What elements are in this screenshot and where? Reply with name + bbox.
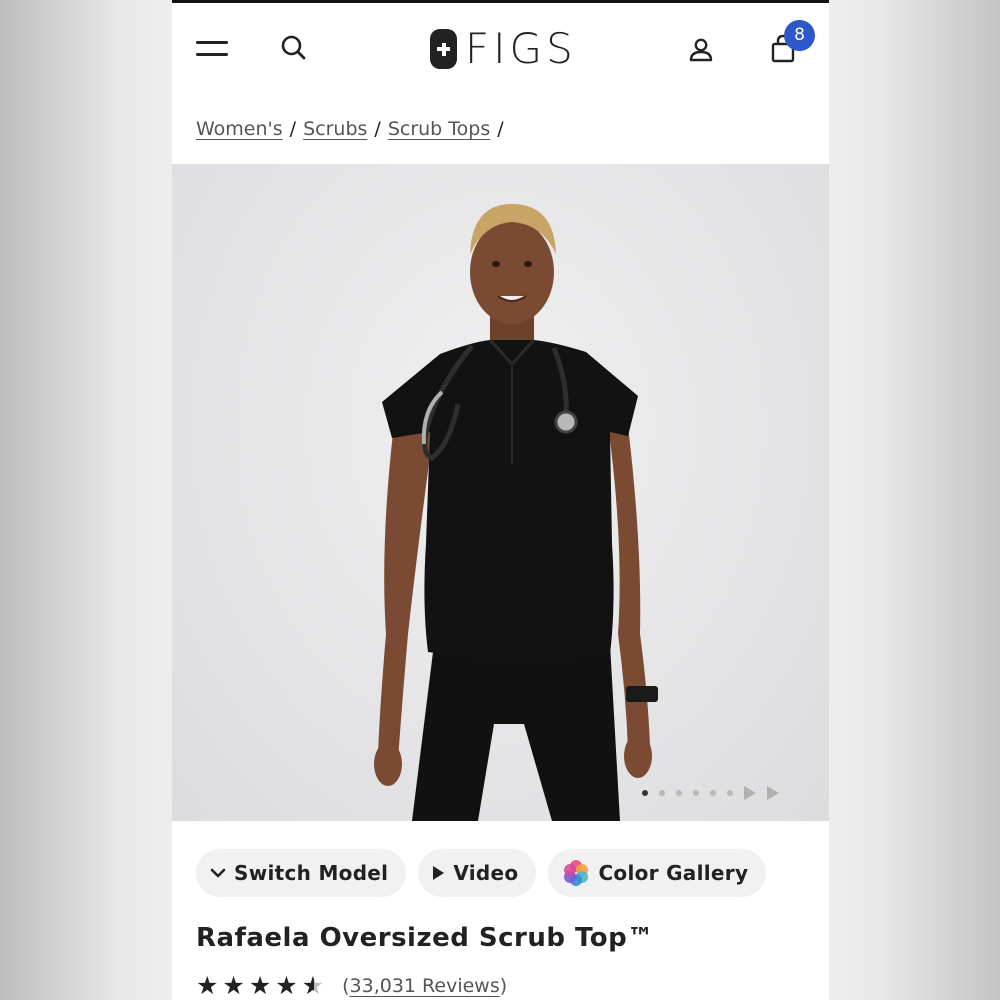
product-rating: ★ ★ ★ ★ ★ (33,031 Reviews) <box>196 971 507 1000</box>
breadcrumb-separator: / <box>497 118 504 140</box>
breadcrumb: Women's / Scrubs / Scrub Tops / <box>196 118 511 140</box>
gallery-pagination <box>642 786 779 800</box>
switch-model-button[interactable]: Switch Model <box>196 849 407 897</box>
menu-icon[interactable] <box>196 41 228 59</box>
color-gallery-label: Color Gallery <box>598 861 749 885</box>
product-image-gallery[interactable] <box>172 164 829 821</box>
star-full-icon: ★ <box>248 971 272 1000</box>
site-header: FIGS 8 <box>172 3 829 98</box>
breadcrumb-womens[interactable]: Women's <box>196 118 283 140</box>
video-slide-play-icon[interactable] <box>744 786 756 800</box>
video-button[interactable]: Video <box>418 849 537 897</box>
mobile-screen: FIGS 8 Women's / Scrubs / Scrub Tops / S… <box>172 0 829 1000</box>
account-icon[interactable] <box>686 35 716 65</box>
figs-logo[interactable]: FIGS <box>430 27 577 71</box>
video-slide-play-icon[interactable] <box>767 786 779 800</box>
star-half-icon: ★ <box>301 971 325 1000</box>
brand-name: FIGS <box>465 24 577 73</box>
video-label: Video <box>453 861 519 885</box>
breadcrumb-scrub-tops[interactable]: Scrub Tops <box>388 118 490 140</box>
search-icon[interactable] <box>280 34 308 62</box>
star-full-icon: ★ <box>222 971 245 1000</box>
color-gallery-button[interactable]: Color Gallery <box>548 849 767 897</box>
reviews-count: (33,031 Reviews) <box>342 975 508 997</box>
cart-count-badge[interactable]: 8 <box>784 20 815 51</box>
color-wheel-icon <box>562 859 590 887</box>
gallery-dot[interactable] <box>642 790 648 796</box>
product-title: Rafaela Oversized Scrub Top™ <box>196 923 654 953</box>
star-full-icon: ★ <box>275 971 298 1000</box>
gallery-dot[interactable] <box>659 790 665 796</box>
gallery-dot[interactable] <box>727 790 733 796</box>
gallery-dot[interactable] <box>710 790 716 796</box>
product-photo <box>374 204 658 821</box>
chevron-down-icon <box>210 867 226 879</box>
gallery-dot[interactable] <box>676 790 682 796</box>
plus-logo-icon <box>430 29 457 69</box>
breadcrumb-scrubs[interactable]: Scrubs <box>303 118 367 140</box>
star-rating: ★ ★ ★ ★ ★ <box>196 971 324 1000</box>
gallery-dot[interactable] <box>693 790 699 796</box>
star-full-icon: ★ <box>196 971 219 1000</box>
breadcrumb-separator: / <box>289 118 297 140</box>
product-media-actions: Switch Model Video Color Gallery <box>196 849 767 897</box>
play-icon <box>432 865 445 881</box>
breadcrumb-separator: / <box>374 118 381 140</box>
switch-model-label: Switch Model <box>234 861 389 885</box>
reviews-link[interactable]: 33,031 Reviews <box>350 975 500 997</box>
